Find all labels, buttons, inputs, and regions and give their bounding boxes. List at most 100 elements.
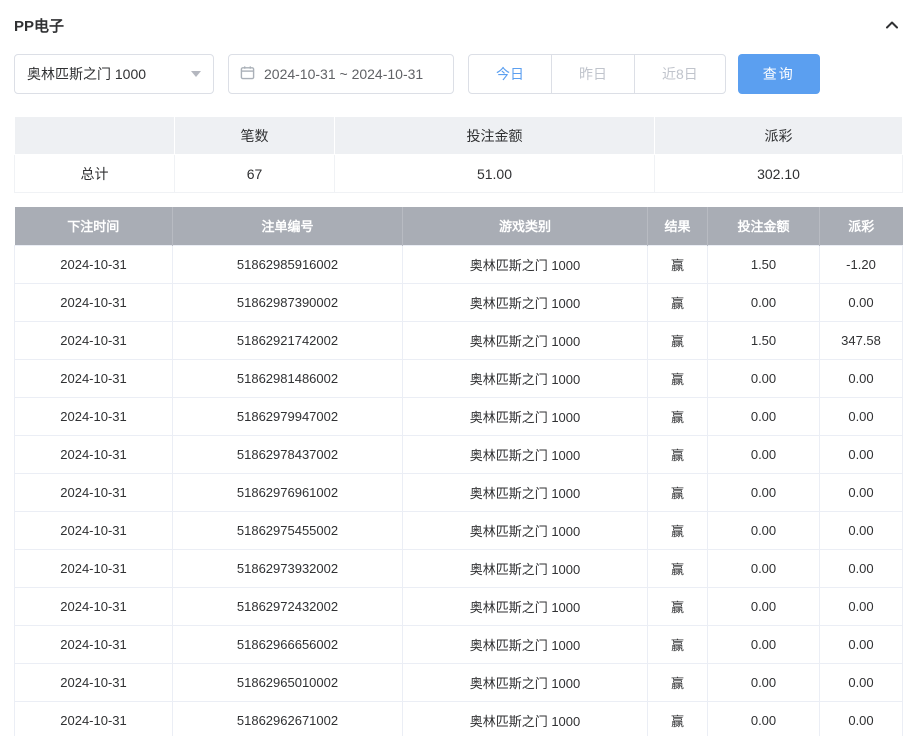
cell-bet-time: 2024-10-31: [15, 511, 173, 549]
cell-result: 赢: [648, 397, 708, 435]
cell-game-type: 奥林匹斯之门 1000: [403, 549, 648, 587]
cell-game-type: 奥林匹斯之门 1000: [403, 245, 648, 283]
cell-bet-time: 2024-10-31: [15, 549, 173, 587]
cell-game-type: 奥林匹斯之门 1000: [403, 435, 648, 473]
table-row: 2024-10-3151862966656002奥林匹斯之门 1000赢0.00…: [15, 625, 903, 663]
cell-bet-time: 2024-10-31: [15, 397, 173, 435]
cell-game-type: 奥林匹斯之门 1000: [403, 663, 648, 701]
cell-payout: 0.00: [820, 435, 903, 473]
cell-result: 赢: [648, 245, 708, 283]
cell-bet-time: 2024-10-31: [15, 321, 173, 359]
cell-payout: 0.00: [820, 663, 903, 701]
cell-result: 赢: [648, 511, 708, 549]
cell-result: 赢: [648, 321, 708, 359]
cell-result: 赢: [648, 549, 708, 587]
game-select[interactable]: 奥林匹斯之门 1000: [14, 54, 214, 94]
cell-result: 赢: [648, 473, 708, 511]
cell-payout: 0.00: [820, 587, 903, 625]
cell-game-type: 奥林匹斯之门 1000: [403, 473, 648, 511]
cell-bet-amount: 1.50: [708, 245, 820, 283]
cell-payout: 347.58: [820, 321, 903, 359]
cell-bet-amount: 0.00: [708, 663, 820, 701]
col-header-result: 结果: [648, 207, 708, 245]
table-row: 2024-10-3151862981486002奥林匹斯之门 1000赢0.00…: [15, 359, 903, 397]
cell-bet-time: 2024-10-31: [15, 245, 173, 283]
panel-header: PP电子: [14, 10, 902, 40]
cell-payout: 0.00: [820, 549, 903, 587]
table-row: 2024-10-3151862921742002奥林匹斯之门 1000赢1.50…: [15, 321, 903, 359]
summary-header-bet-amount: 投注金额: [335, 117, 655, 155]
cell-result: 赢: [648, 701, 708, 736]
quick-range-last8days-button[interactable]: 近8日: [634, 54, 726, 94]
table-row: 2024-10-3151862965010002奥林匹斯之门 1000赢0.00…: [15, 663, 903, 701]
table-row: 2024-10-3151862962671002奥林匹斯之门 1000赢0.00…: [15, 701, 903, 736]
cell-bet-time: 2024-10-31: [15, 663, 173, 701]
cell-result: 赢: [648, 625, 708, 663]
col-header-order-id: 注单编号: [173, 207, 403, 245]
date-range-value: 2024-10-31 ~ 2024-10-31: [264, 66, 423, 82]
table-row: 2024-10-3151862979947002奥林匹斯之门 1000赢0.00…: [15, 397, 903, 435]
cell-game-type: 奥林匹斯之门 1000: [403, 511, 648, 549]
cell-bet-amount: 0.00: [708, 701, 820, 736]
cell-order-id: 51862978437002: [173, 435, 403, 473]
cell-order-id: 51862981486002: [173, 359, 403, 397]
table-row: 2024-10-3151862978437002奥林匹斯之门 1000赢0.00…: [15, 435, 903, 473]
bet-records-table: 下注时间 注单编号 游戏类别 结果 投注金额 派彩 2024-10-315186…: [14, 207, 903, 736]
cell-bet-amount: 0.00: [708, 473, 820, 511]
pp-electronic-panel: PP电子 奥林匹斯之门 1000 2024-10-31 ~ 2024-10-31…: [0, 0, 916, 736]
cell-bet-time: 2024-10-31: [15, 435, 173, 473]
col-header-bet-amount: 投注金额: [708, 207, 820, 245]
cell-bet-amount: 0.00: [708, 359, 820, 397]
cell-order-id: 51862975455002: [173, 511, 403, 549]
cell-bet-time: 2024-10-31: [15, 587, 173, 625]
cell-result: 赢: [648, 587, 708, 625]
summary-table: 笔数 投注金额 派彩 总计 67 51.00 302.10: [14, 116, 903, 193]
cell-bet-amount: 0.00: [708, 435, 820, 473]
cell-game-type: 奥林匹斯之门 1000: [403, 359, 648, 397]
cell-bet-time: 2024-10-31: [15, 473, 173, 511]
chevron-up-icon[interactable]: [882, 15, 902, 35]
summary-header-count: 笔数: [175, 117, 335, 155]
cell-order-id: 51862979947002: [173, 397, 403, 435]
cell-payout: 0.00: [820, 511, 903, 549]
chevron-down-icon: [191, 71, 201, 77]
cell-game-type: 奥林匹斯之门 1000: [403, 321, 648, 359]
cell-payout: 0.00: [820, 473, 903, 511]
cell-bet-amount: 0.00: [708, 511, 820, 549]
cell-bet-amount: 0.00: [708, 587, 820, 625]
cell-order-id: 51862973932002: [173, 549, 403, 587]
calendar-icon: [240, 65, 255, 83]
cell-payout: 0.00: [820, 625, 903, 663]
search-button[interactable]: 查询: [738, 54, 820, 94]
col-header-game-type: 游戏类别: [403, 207, 648, 245]
cell-bet-amount: 0.00: [708, 549, 820, 587]
col-header-bet-time: 下注时间: [15, 207, 173, 245]
game-select-value: 奥林匹斯之门 1000: [27, 64, 146, 84]
table-row: 2024-10-3151862985916002奥林匹斯之门 1000赢1.50…: [15, 245, 903, 283]
cell-bet-time: 2024-10-31: [15, 701, 173, 736]
cell-order-id: 51862962671002: [173, 701, 403, 736]
quick-range-yesterday-button[interactable]: 昨日: [551, 54, 635, 94]
cell-order-id: 51862965010002: [173, 663, 403, 701]
cell-order-id: 51862976961002: [173, 473, 403, 511]
cell-payout: 0.00: [820, 701, 903, 736]
table-row: 2024-10-3151862976961002奥林匹斯之门 1000赢0.00…: [15, 473, 903, 511]
summary-header-blank: [15, 117, 175, 155]
quick-range-today-button[interactable]: 今日: [468, 54, 552, 94]
cell-result: 赢: [648, 663, 708, 701]
cell-payout: 0.00: [820, 397, 903, 435]
cell-payout: 0.00: [820, 283, 903, 321]
table-row: 2024-10-3151862975455002奥林匹斯之门 1000赢0.00…: [15, 511, 903, 549]
cell-bet-amount: 0.00: [708, 397, 820, 435]
table-row: 2024-10-3151862972432002奥林匹斯之门 1000赢0.00…: [15, 587, 903, 625]
table-row: 2024-10-3151862973932002奥林匹斯之门 1000赢0.00…: [15, 549, 903, 587]
filter-bar: 奥林匹斯之门 1000 2024-10-31 ~ 2024-10-31 今日 昨…: [14, 54, 902, 94]
cell-game-type: 奥林匹斯之门 1000: [403, 397, 648, 435]
cell-bet-amount: 1.50: [708, 321, 820, 359]
cell-bet-amount: 0.00: [708, 625, 820, 663]
cell-order-id: 51862987390002: [173, 283, 403, 321]
page-title: PP电子: [14, 15, 64, 36]
date-range-picker[interactable]: 2024-10-31 ~ 2024-10-31: [228, 54, 454, 94]
summary-payout-value: 302.10: [655, 155, 903, 193]
cell-result: 赢: [648, 359, 708, 397]
